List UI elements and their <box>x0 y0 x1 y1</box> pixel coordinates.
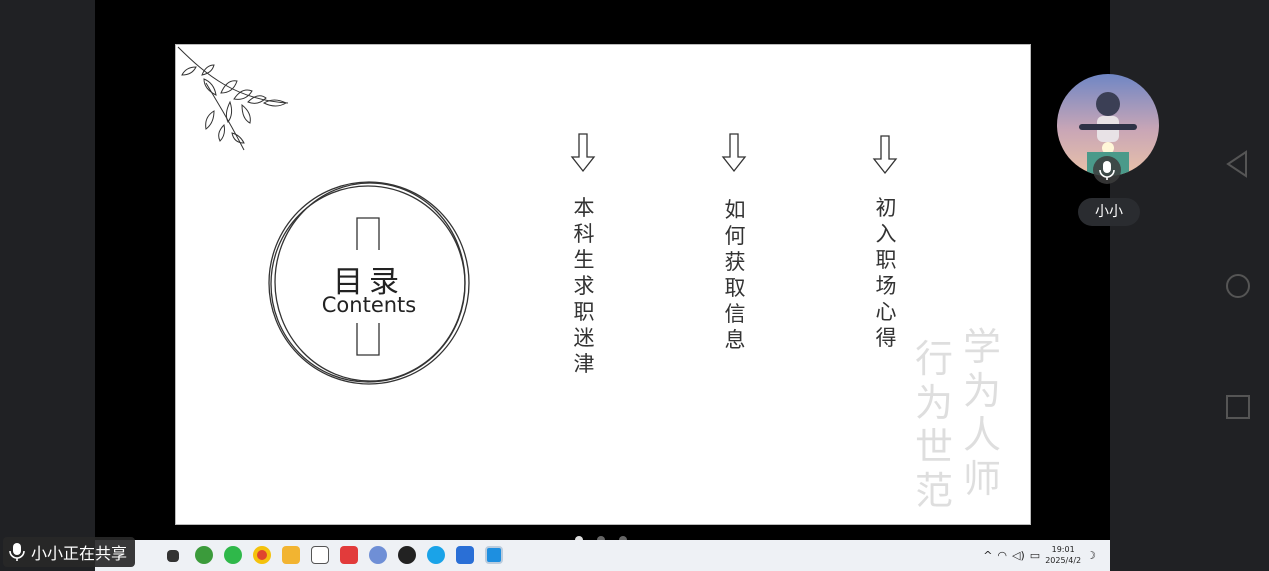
down-arrow-icon <box>570 133 596 173</box>
system-tray: ^ ◠ ◁) ▭ 19:01 2025/4/2 ☽ <box>983 544 1096 566</box>
qq-icon[interactable] <box>398 546 416 564</box>
motto-column-1: 学为人师 <box>962 325 1001 501</box>
video-app-icon[interactable] <box>485 546 503 564</box>
mail-app-icon[interactable] <box>456 546 474 564</box>
volume-icon[interactable]: ◁) <box>1012 549 1025 562</box>
chart-app-icon[interactable] <box>311 546 329 564</box>
search-app-icon[interactable] <box>427 546 445 564</box>
toc-subtitle: Contents <box>321 293 417 317</box>
screen-share-status: 小小正在共享 <box>3 537 136 567</box>
wechat-icon[interactable] <box>224 546 242 564</box>
leaf-branch-decoration <box>177 46 289 151</box>
recents-nav-icon[interactable] <box>1222 391 1254 423</box>
school-motto-watermark: 学为人师 行为世范 <box>894 325 1030 515</box>
system-clock[interactable]: 19:01 2025/4/2 <box>1045 544 1081 566</box>
down-arrow-icon <box>872 135 898 175</box>
participant-name: 小小 <box>1078 198 1140 226</box>
r-app-icon[interactable] <box>369 546 387 564</box>
toc-item-1: 本科生求职迷津 <box>573 196 595 376</box>
wps-icon[interactable] <box>340 546 358 564</box>
home-nav-icon[interactable] <box>1222 270 1254 302</box>
edge-browser-icon[interactable] <box>195 546 213 564</box>
notification-icon[interactable]: ☽ <box>1086 549 1096 562</box>
meeting-screen: 目录 Contents 本科生求职迷津 如何获取信息 初入职场心得 学为人师 行… <box>0 0 1269 571</box>
file-explorer-icon[interactable] <box>282 546 300 564</box>
chevron-up-icon[interactable]: ^ <box>983 549 992 562</box>
shared-screen: 目录 Contents 本科生求职迷津 如何获取信息 初入职场心得 学为人师 行… <box>95 0 1110 571</box>
toc-item-2: 如何获取信息 <box>724 198 746 352</box>
presentation-slide: 目录 Contents 本科生求职迷津 如何获取信息 初入职场心得 学为人师 行… <box>175 44 1031 525</box>
microphone-icon <box>9 543 25 561</box>
share-status-label: 小小正在共享 <box>31 544 128 563</box>
down-arrow-icon <box>721 133 747 173</box>
task-view-icon[interactable] <box>167 550 179 562</box>
wifi-icon[interactable]: ◠ <box>997 549 1007 562</box>
back-nav-icon[interactable] <box>1222 148 1254 180</box>
chrome-icon[interactable] <box>253 546 271 564</box>
battery-icon[interactable]: ▭ <box>1030 549 1040 562</box>
microphone-icon <box>1093 156 1121 184</box>
windows-taskbar: ^ ◠ ◁) ▭ 19:01 2025/4/2 ☽ <box>95 540 1110 571</box>
motto-column-2: 行为世范 <box>914 337 953 513</box>
